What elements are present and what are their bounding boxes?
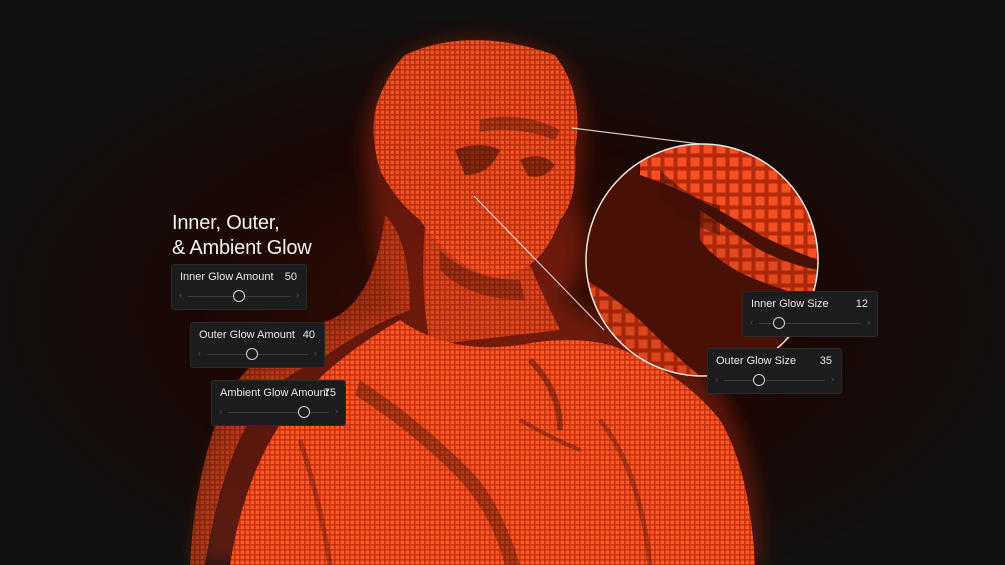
chevron-right-icon[interactable]: › (335, 405, 338, 417)
title-line-2: & Ambient Glow (172, 237, 312, 259)
ambient-glow-amount-slider[interactable] (228, 412, 329, 413)
ambient-glow-amount-label: Ambient Glow Amount (220, 387, 329, 399)
chevron-left-icon[interactable]: ‹ (715, 373, 718, 385)
inner-glow-size-value: 12 (855, 298, 868, 310)
outer-glow-amount-value: 40 (302, 329, 315, 341)
chevron-right-icon[interactable]: › (296, 289, 299, 301)
outer-glow-size-thumb[interactable] (753, 374, 766, 386)
outer-glow-size-value: 35 (819, 355, 832, 367)
chevron-left-icon[interactable]: ‹ (179, 289, 182, 301)
inner-glow-amount-label: Inner Glow Amount (180, 271, 274, 283)
ambient-glow-amount-thumb[interactable] (297, 406, 310, 418)
chevron-left-icon[interactable]: ‹ (750, 316, 753, 328)
ambient-glow-amount-value: 75 (323, 387, 336, 399)
chevron-left-icon[interactable]: ‹ (198, 347, 201, 359)
chevron-left-icon[interactable]: ‹ (219, 405, 222, 417)
glowing-bust-artwork (0, 0, 1005, 565)
title-line-1: Inner, Outer, (172, 212, 280, 234)
ambient-glow-amount-panel: Ambient Glow Amount 75 ‹ › (211, 380, 346, 426)
chevron-right-icon[interactable]: › (867, 316, 870, 328)
inner-glow-size-label: Inner Glow Size (751, 298, 829, 310)
outer-glow-size-label: Outer Glow Size (716, 355, 797, 367)
chevron-right-icon[interactable]: › (831, 373, 834, 385)
section-title: Inner, Outer, & Ambient Glow (172, 211, 312, 261)
inner-glow-size-panel: Inner Glow Size 12 ‹ › (742, 291, 878, 337)
inner-glow-amount-panel: Inner Glow Amount 50 ‹ › (171, 264, 307, 310)
magnifier-zoom-view (585, 143, 819, 377)
outer-glow-size-slider[interactable] (724, 380, 825, 381)
outer-glow-size-panel: Outer Glow Size 35 ‹ › (707, 348, 842, 394)
chevron-right-icon[interactable]: › (314, 347, 317, 359)
outer-glow-amount-label: Outer Glow Amount (199, 329, 295, 341)
outer-glow-amount-thumb[interactable] (246, 348, 259, 360)
inner-glow-amount-thumb[interactable] (233, 290, 245, 302)
outer-glow-amount-panel: Outer Glow Amount 40 ‹ › (190, 322, 325, 368)
inner-glow-amount-value: 50 (284, 271, 297, 283)
inner-glow-size-thumb[interactable] (773, 317, 786, 329)
